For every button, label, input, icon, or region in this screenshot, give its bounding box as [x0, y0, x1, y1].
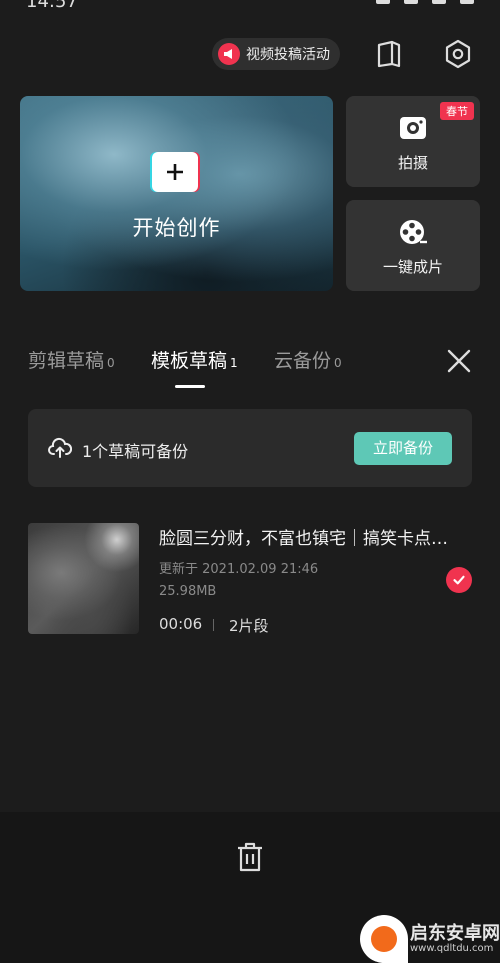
tab-edit-drafts[interactable]: 剪辑草稿 0 [28, 346, 115, 373]
tab-label: 模板草稿 [151, 350, 228, 372]
promo-label: 视频投稿活动 [246, 47, 330, 63]
backup-now-button[interactable]: 立即备份 [354, 432, 452, 465]
one-click-video-label: 一键成片 [382, 258, 443, 276]
spring-festival-badge: 春节 [440, 102, 474, 120]
shoot-card[interactable]: 春节 拍摄 [346, 96, 480, 187]
plus-icon [152, 152, 198, 192]
status-bar: 14:57 [0, 0, 500, 14]
megaphone-icon [218, 43, 240, 65]
draft-title: 脸圆三分财，不富也镇宅｜搞笑卡点… [159, 529, 448, 549]
status-icons [376, 0, 474, 4]
tab-label: 云备份 [274, 350, 332, 372]
video-submission-button[interactable]: 视频投稿活动 [212, 38, 340, 70]
close-icon[interactable] [446, 348, 472, 374]
draft-item[interactable]: 脸圆三分财，不富也镇宅｜搞笑卡点… 更新于 2021.02.09 21:46 2… [28, 523, 472, 635]
start-creating-card[interactable]: 开始创作 [20, 96, 333, 291]
watermark-url: www.qdltdu.com [410, 943, 494, 954]
tutorial-book-icon[interactable] [374, 39, 404, 69]
draft-segments: 2片段 [229, 617, 269, 635]
film-reel-icon [400, 220, 427, 244]
backup-banner: 1个草稿可备份 立即备份 [28, 409, 472, 487]
draft-tabs: 剪辑草稿 0 模板草稿 1 云备份 0 [28, 346, 478, 386]
tab-count: 0 [334, 356, 342, 370]
cloud-upload-icon [48, 437, 72, 458]
selected-check-icon[interactable] [446, 567, 472, 593]
tab-label: 剪辑草稿 [28, 350, 105, 372]
draft-thumbnail [28, 523, 139, 634]
battery-icon [460, 0, 474, 4]
battery-saver-icon [404, 0, 418, 4]
signal-icon [432, 0, 446, 4]
site-watermark: 启东安卓网 www.qdltdu.com [360, 915, 500, 963]
top-bar: 视频投稿活动 [0, 36, 500, 72]
divider [213, 619, 214, 631]
tab-count: 0 [107, 356, 115, 370]
status-time: 14:57 [26, 0, 78, 12]
alarm-icon [376, 0, 390, 4]
watermark-logo-icon [360, 915, 408, 963]
backup-message: 1个草稿可备份 [82, 442, 189, 461]
camera-icon [400, 117, 426, 139]
trash-icon[interactable] [236, 842, 264, 872]
tab-cloud-backup[interactable]: 云备份 0 [274, 346, 342, 373]
draft-duration: 00:06 [159, 615, 203, 633]
active-tab-indicator [175, 385, 205, 388]
tab-template-drafts[interactable]: 模板草稿 1 [151, 346, 238, 373]
draft-size: 25.98MB [159, 584, 217, 599]
draft-updated: 更新于 2021.02.09 21:46 [159, 562, 319, 577]
start-creating-label: 开始创作 [132, 216, 221, 240]
one-click-video-card[interactable]: 一键成片 [346, 200, 480, 291]
tab-count: 1 [230, 356, 238, 370]
watermark-text: 启东安卓网 [410, 923, 500, 944]
settings-icon[interactable] [443, 39, 473, 69]
shoot-label: 拍摄 [397, 154, 428, 172]
